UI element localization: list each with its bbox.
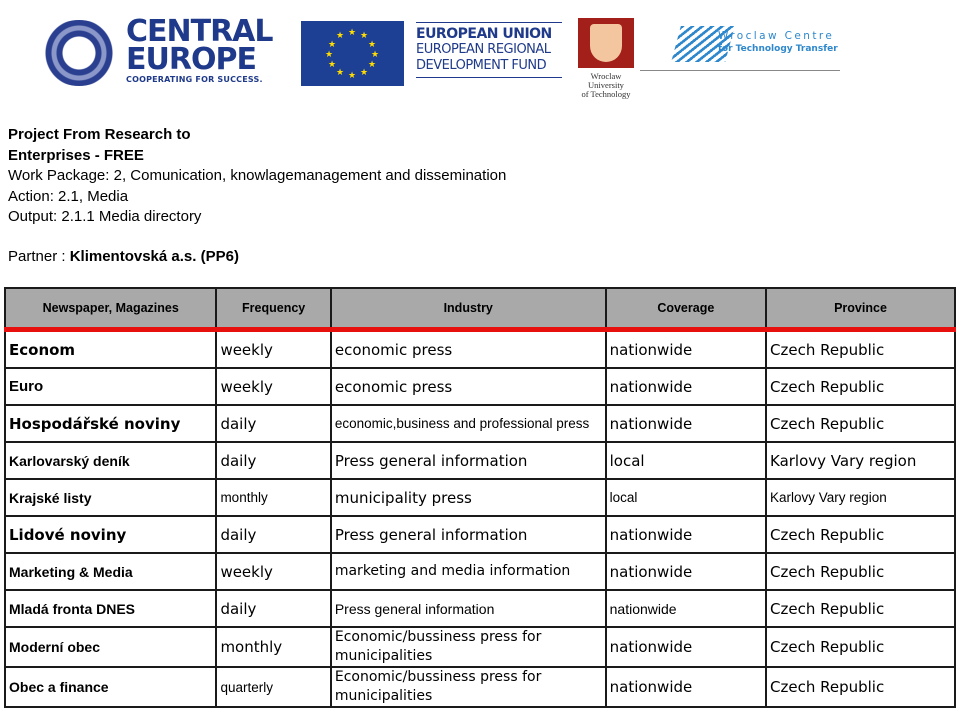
output: Output: 2.1.1 Media directory	[8, 208, 202, 225]
cell-name: Obec a finance	[3, 666, 218, 708]
table-row: Obec a finance quarterly Economic/bussin…	[3, 666, 956, 708]
cell-frequency: daily	[215, 589, 332, 628]
cell-province: Czech Republic	[765, 666, 956, 708]
eu-fund-logo: EUROPEAN UNION EUROPEAN REGIONAL DEVELOP…	[416, 22, 562, 78]
central-europe-swirl-icon	[40, 20, 118, 86]
cell-name: Hospodářské noviny	[3, 404, 218, 443]
cell-name: Econom	[3, 328, 218, 369]
wroclaw-university-logo: Wroclaw University of Technology	[578, 18, 638, 104]
cell-industry: Economic/bussiness press for municipalit…	[329, 626, 607, 668]
cell-frequency: monthly	[215, 478, 332, 517]
eu-logo-line1: EUROPEAN UNION	[416, 26, 552, 42]
cell-industry: economic press	[329, 367, 607, 406]
cell-industry: Press general information	[329, 589, 607, 628]
cell-coverage: nationwide	[604, 367, 768, 406]
eagle-crest-icon	[578, 18, 634, 68]
cell-coverage: local	[604, 478, 768, 517]
cell-frequency: monthly	[215, 626, 332, 668]
partner-label: Partner :	[8, 248, 70, 265]
cell-frequency: daily	[215, 404, 332, 443]
cell-name: Moderní obec	[3, 626, 218, 668]
column-header-newspaper: Newspaper, Magazines	[3, 287, 218, 332]
eu-logo-line3: DEVELOPMENT FUND	[416, 58, 547, 73]
central-europe-logo-tagline: COOPERATING FOR SUCCESS.	[126, 75, 263, 84]
cell-coverage: nationwide	[604, 404, 768, 443]
cell-frequency: weekly	[215, 552, 332, 591]
column-header-province: Province	[765, 287, 956, 332]
cell-industry: Press general information	[329, 441, 607, 480]
column-header-coverage: Coverage	[604, 287, 768, 332]
table-header-row: Newspaper, Magazines Frequency Industry …	[3, 287, 956, 332]
cell-frequency: daily	[215, 441, 332, 480]
cell-name: Marketing & Media	[3, 552, 218, 591]
wut-logo-line3: of Technology	[581, 89, 631, 99]
cell-industry: municipality press	[329, 478, 607, 517]
cell-coverage: nationwide	[604, 666, 768, 708]
cell-frequency: quarterly	[215, 666, 332, 708]
cell-coverage: nationwide	[604, 328, 768, 369]
wctt-logo-line2: for Technology Transfer	[718, 44, 838, 54]
cell-province: Czech Republic	[765, 367, 956, 406]
cell-coverage: nationwide	[604, 515, 768, 554]
cell-coverage: nationwide	[604, 589, 768, 628]
cell-coverage: nationwide	[604, 552, 768, 591]
cell-name: Lidové noviny	[3, 515, 218, 554]
eu-flag-icon: ★ ★ ★ ★ ★ ★ ★ ★ ★ ★ ★ ★	[301, 21, 404, 86]
central-europe-logo-line2: EUROPE	[126, 42, 257, 77]
action: Action: 2.1, Media	[8, 187, 129, 205]
partner-name: Klimentovská a.s. (PP6)	[69, 248, 239, 265]
work-package: Work Package: 2, Comunication, knowlagem…	[8, 167, 507, 184]
cell-industry: economic,business and professional press	[329, 404, 607, 443]
wctt-logo: Wroclaw Centre for Technology Transfer	[640, 18, 840, 71]
table-row: Moderní obec monthly Economic/bussiness …	[3, 626, 956, 668]
cell-name: Mladá fronta DNES	[3, 589, 218, 628]
cell-name: Euro	[3, 367, 218, 406]
cell-province: Czech Republic	[765, 589, 956, 628]
wctt-logo-line1: Wroclaw Centre	[718, 30, 835, 42]
cell-province: Czech Republic	[765, 404, 956, 443]
cell-province: Karlovy Vary region	[765, 441, 956, 480]
cell-industry: marketing and media information	[329, 552, 607, 591]
table-row: Econom weekly economic press nationwide …	[3, 328, 956, 369]
cell-industry: Economic/bussiness press for municipalit…	[329, 666, 607, 708]
column-header-industry: Industry	[329, 287, 607, 332]
project-title-line2: Enterprises - FREE	[8, 146, 144, 164]
table-row: Mladá fronta DNES daily Press general in…	[3, 589, 956, 628]
cell-name: Karlovarský deník	[3, 441, 218, 480]
cell-industry: Press general information	[329, 515, 607, 554]
cell-province: Czech Republic	[765, 626, 956, 668]
table-row: Lidové noviny daily Press general inform…	[3, 515, 956, 554]
table-row: Krajské listy monthly municipality press…	[3, 478, 956, 517]
cell-province: Czech Republic	[765, 552, 956, 591]
cell-province: Karlovy Vary region	[765, 478, 956, 517]
cell-frequency: weekly	[215, 328, 332, 369]
media-directory-table: Newspaper, Magazines Frequency Industry …	[3, 287, 956, 708]
project-title-line1: Project From Research to	[8, 126, 191, 143]
table-row: Karlovarský deník daily Press general in…	[3, 441, 956, 480]
table-row: Hospodářské noviny daily economic,busine…	[3, 404, 956, 443]
eu-logo-line2: EUROPEAN REGIONAL	[416, 42, 551, 57]
logo-bar: CENTRAL EUROPE COOPERATING FOR SUCCESS. …	[0, 0, 960, 110]
cell-name: Krajské listy	[3, 478, 218, 517]
document-header: Project From Research to Enterprises - F…	[8, 125, 506, 228]
cell-frequency: daily	[215, 515, 332, 554]
cell-industry: economic press	[329, 328, 607, 369]
partner-line: Partner : Klimentovská a.s. (PP6)	[8, 247, 239, 267]
central-europe-logo: CENTRAL EUROPE COOPERATING FOR SUCCESS.	[40, 17, 280, 88]
cell-coverage: local	[604, 441, 768, 480]
table-row: Euro weekly economic press nationwide Cz…	[3, 367, 956, 406]
cell-frequency: weekly	[215, 367, 332, 406]
table-row: Marketing & Media weekly marketing and m…	[3, 552, 956, 591]
cell-coverage: nationwide	[604, 626, 768, 668]
cell-province: Czech Republic	[765, 328, 956, 369]
column-header-frequency: Frequency	[215, 287, 332, 332]
cell-province: Czech Republic	[765, 515, 956, 554]
